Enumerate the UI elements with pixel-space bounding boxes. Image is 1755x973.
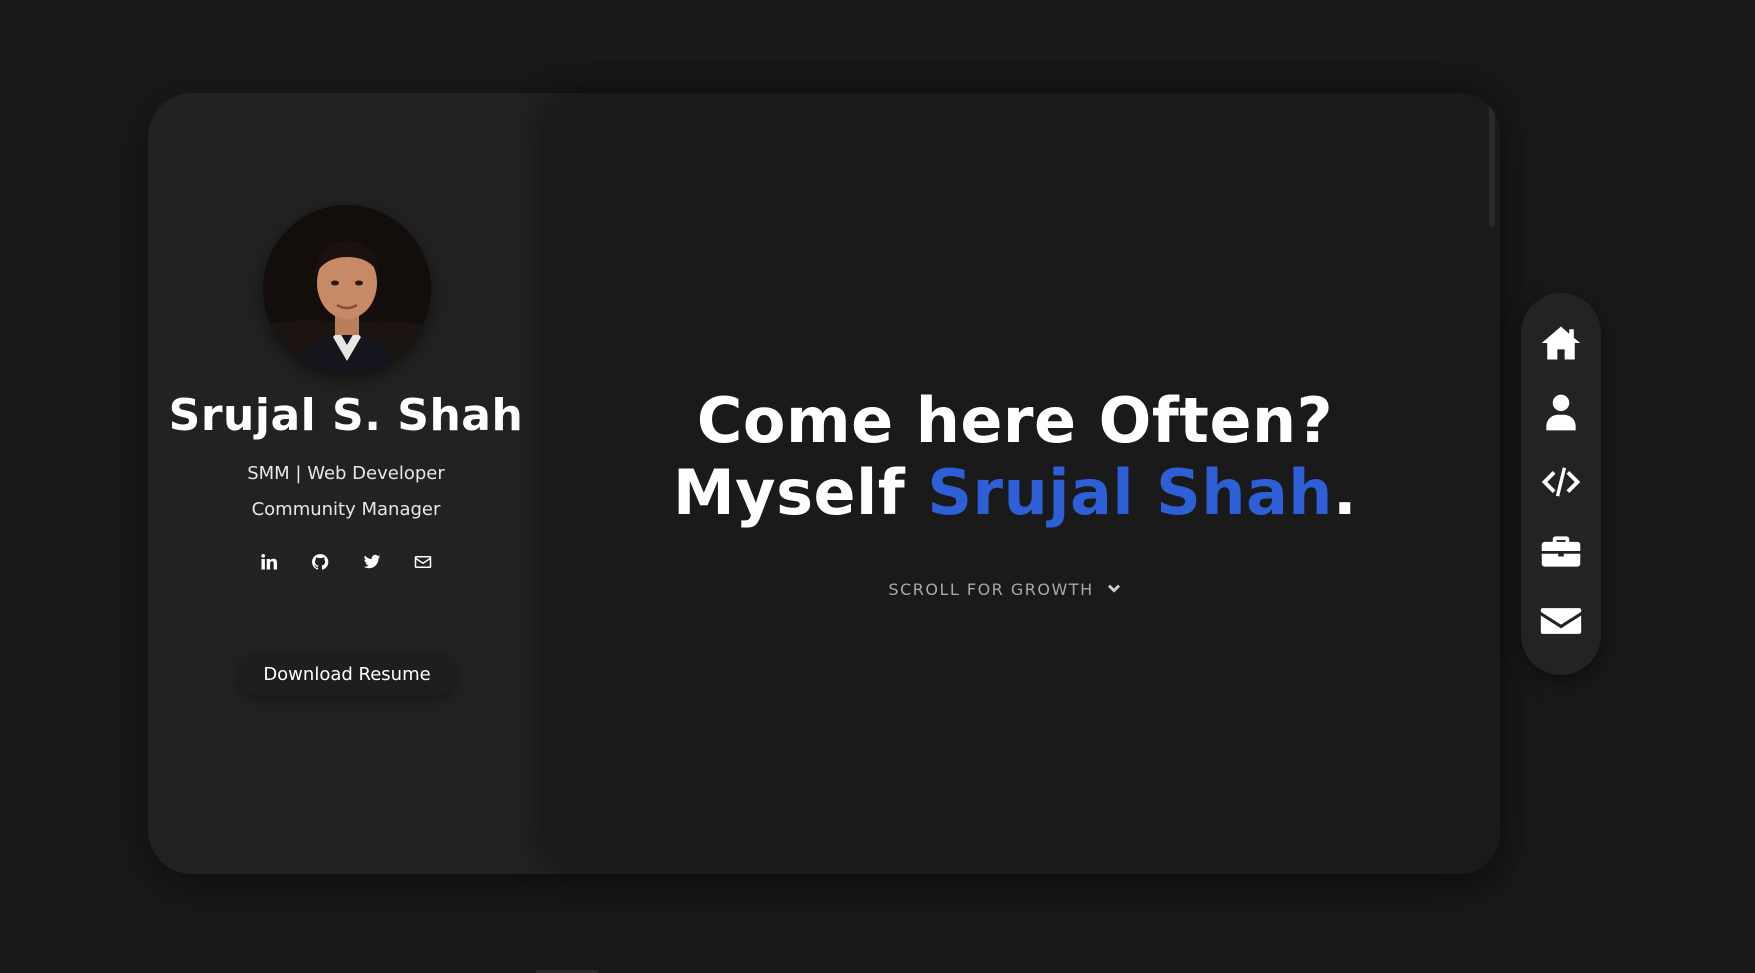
email-icon[interactable] (412, 551, 434, 573)
download-resume-button[interactable]: Download Resume (238, 652, 456, 696)
profile-name: Srujal S. Shah (168, 390, 524, 441)
profile-role-secondary: Community Manager (251, 499, 441, 520)
social-links (258, 549, 434, 575)
chevron-down-icon (1107, 584, 1120, 593)
code-icon (1541, 467, 1581, 497)
scroll-hint[interactable]: SCROLL FOR GROWTH (860, 580, 1150, 599)
scrollbar[interactable] (1489, 95, 1495, 227)
profile-role: SMM | Web Developer (247, 463, 445, 484)
hero-name-highlight: Srujal Shah (927, 456, 1333, 529)
nav-contact[interactable] (1537, 597, 1585, 645)
scroll-hint-label: SCROLL FOR GROWTH (888, 580, 1094, 599)
twitter-icon[interactable] (361, 551, 383, 573)
envelope-icon (1540, 608, 1582, 634)
hero-heading-line2: Myself Srujal Shah. (640, 462, 1390, 524)
hero-heading-prefix: Myself (672, 456, 928, 529)
side-navigation (1521, 293, 1601, 675)
home-icon (1541, 326, 1581, 360)
nav-experience[interactable] (1537, 527, 1585, 575)
linkedin-icon[interactable] (258, 551, 280, 573)
user-icon (1546, 394, 1576, 431)
hero-heading-line1: Come here Often? (696, 384, 1334, 457)
github-icon[interactable] (309, 551, 331, 573)
briefcase-icon (1541, 536, 1581, 567)
avatar (263, 205, 431, 373)
nav-about[interactable] (1537, 388, 1585, 436)
hero-heading-suffix: . (1332, 456, 1358, 529)
nav-projects[interactable] (1537, 458, 1585, 506)
nav-home[interactable] (1537, 319, 1585, 367)
